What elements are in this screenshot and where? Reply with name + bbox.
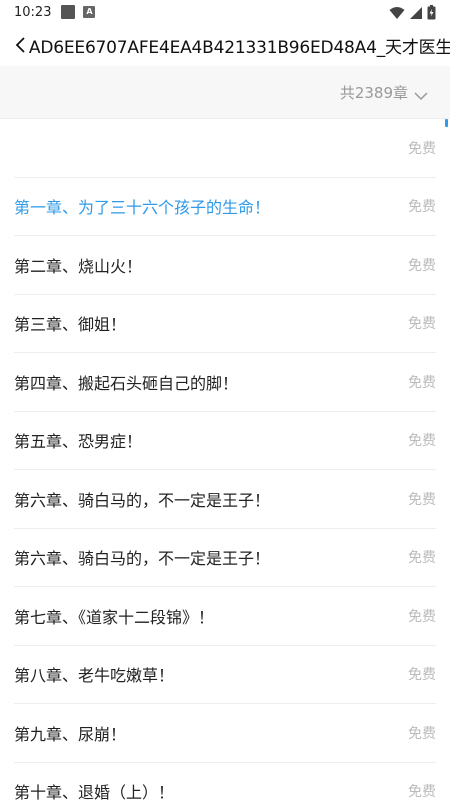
chapter-title: 第五章、恐男症！: [14, 432, 143, 452]
chapter-title: 第三章、御姐！: [14, 315, 127, 335]
chapter-title: 第八章、老牛吃嫩草！: [14, 666, 175, 686]
free-tag: 免费: [408, 550, 436, 567]
free-tag: 免费: [408, 199, 436, 216]
chapter-count: 共2389章: [339, 84, 408, 102]
chapter-title: 第六章、骑白马的，不一定是王子！: [14, 490, 271, 510]
chapter-title: 第二章、烧山火！: [14, 256, 143, 276]
chapter-list-item[interactable]: 第五章、恐男症！ 免费: [14, 412, 436, 470]
signal-icon: [410, 6, 422, 19]
chapter-title: 第一章、为了三十六个孩子的生命！: [14, 198, 271, 218]
free-tag: 免费: [408, 725, 436, 742]
free-tag: 免费: [408, 784, 436, 800]
free-tag: 免费: [408, 257, 436, 274]
free-tag: 免费: [408, 140, 436, 157]
chapter-title: 第六章、骑白马的，不一定是王子！: [14, 549, 271, 569]
chapter-list-item[interactable]: 第三章、御姐！ 免费: [14, 295, 436, 353]
a-app-icon: A: [83, 6, 96, 18]
chapter-list-item[interactable]: 第六章、骑白马的，不一定是王子！ 免费: [14, 529, 436, 587]
chapter-list-item[interactable]: 第四章、搬起石头砸自己的脚！ 免费: [14, 353, 436, 412]
free-tag: 免费: [408, 667, 436, 684]
status-icons: [389, 5, 436, 20]
chevron-down-icon[interactable]: [414, 86, 428, 105]
notification-square-icon: [61, 5, 76, 19]
chapter-list-item[interactable]: 第六章、骑白马的，不一定是王子！ 免费: [14, 470, 436, 529]
chapter-title: 第四章、搬起石头砸自己的脚！: [14, 373, 239, 393]
chapter-list-item[interactable]: 第八章、老牛吃嫩草！ 免费: [14, 646, 436, 704]
chapter-list-item[interactable]: 第二章、烧山火！ 免费: [14, 236, 436, 295]
page-title: AD6EE6707AFE4EA4B421331B96ED48A4_天才医生: [28, 37, 450, 58]
chapter-list-item[interactable]: 第十章、退婚（上）！ 免费: [14, 763, 436, 800]
free-tag: 免费: [408, 608, 436, 625]
chapter-title: 第七章、《道家十二段锦》！: [14, 607, 215, 627]
back-arrow-icon[interactable]: [14, 35, 30, 55]
free-tag: 免费: [408, 491, 436, 508]
status-bar: 10:23 A: [0, 0, 450, 24]
free-tag: 免费: [408, 433, 436, 450]
free-tag: 免费: [408, 316, 436, 333]
wifi-icon: [389, 6, 405, 19]
chapter-list-item[interactable]: 第一章、为了三十六个孩子的生命！ 免费: [14, 178, 436, 236]
battery-icon: [427, 5, 436, 20]
free-tag: 免费: [408, 374, 436, 391]
chapter-list-item[interactable]: 第九章、尿崩！ 免费: [14, 704, 436, 763]
chapter-title: 第九章、尿崩！: [14, 724, 127, 744]
chapter-list-item[interactable]: 免费: [14, 119, 436, 178]
app-header: AD6EE6707AFE4EA4B421331B96ED48A4_天才医生: [0, 24, 450, 66]
chapter-list-item[interactable]: 第七章、《道家十二段锦》！ 免费: [14, 587, 436, 646]
chapter-list: 免费 第一章、为了三十六个孩子的生命！ 免费 第二章、烧山火！ 免费 第三章、御…: [0, 119, 450, 800]
chapter-title: 第十章、退婚（上）！: [14, 783, 175, 800]
chapter-summary-bar[interactable]: 共2389章: [0, 66, 450, 119]
status-time: 10:23: [14, 4, 52, 20]
